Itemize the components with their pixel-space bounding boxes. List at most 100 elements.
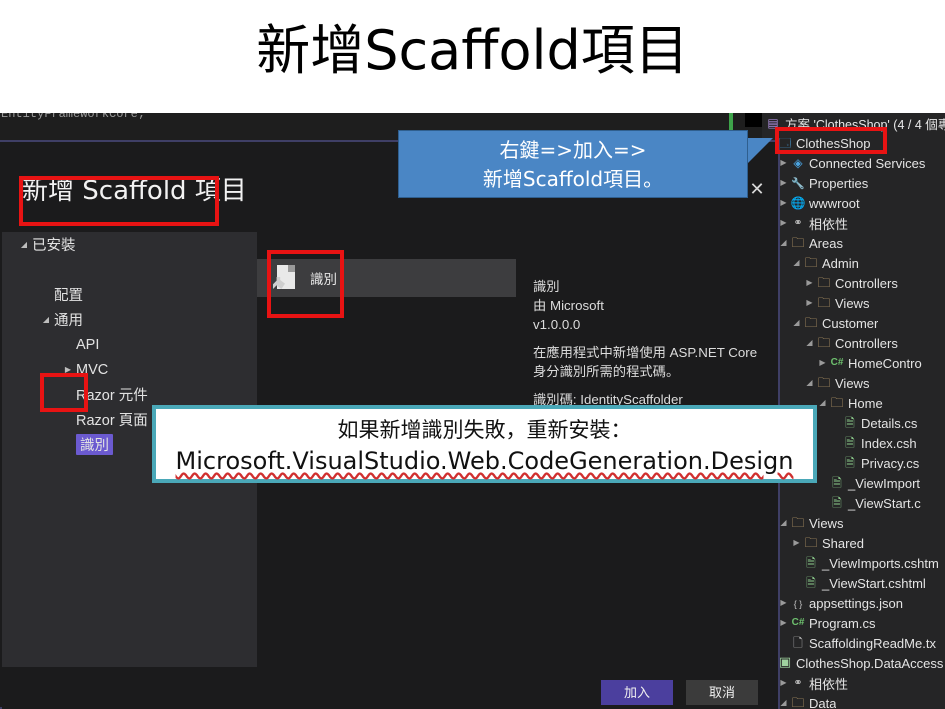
cs-icon [829, 353, 845, 373]
razor-icon [803, 553, 819, 573]
tree-node-label: ClothesShop.DataAccess [796, 655, 944, 671]
tree-node[interactable]: Connected Services [762, 153, 945, 173]
cancel-button[interactable]: 取消 [686, 680, 758, 705]
chevron-right-icon[interactable] [803, 293, 816, 313]
chevron-right-icon[interactable] [803, 273, 816, 293]
tree-node-label: Home [848, 395, 883, 411]
chevron-down-icon[interactable] [816, 393, 829, 413]
note-line-1: 如果新增識別失敗，重新安裝： [337, 418, 632, 442]
razor-icon [829, 473, 845, 493]
note-install-package: 如果新增識別失敗，重新安裝： Microsoft.VisualStudio.We… [152, 405, 817, 483]
tree-node-label: Views [809, 515, 844, 531]
tree-node[interactable]: Admin [762, 253, 945, 273]
razor-icon [803, 573, 819, 593]
chevron-right-icon[interactable] [790, 533, 803, 553]
tree-node[interactable]: Properties [762, 173, 945, 193]
chevron-down-icon[interactable] [790, 313, 803, 333]
chevron-down-icon[interactable] [16, 240, 32, 249]
globe-icon [790, 193, 806, 213]
chevron-right-icon[interactable] [816, 353, 829, 373]
add-button[interactable]: 加入 [601, 680, 673, 705]
tree-node[interactable]: Areas [762, 233, 945, 253]
folder-icon [816, 293, 832, 313]
category-node[interactable]: 配置 [2, 282, 257, 307]
chevron-down-icon[interactable] [790, 253, 803, 273]
tree-node[interactable]: Controllers [762, 273, 945, 293]
tree-node[interactable]: ClothesShop.DataAccess [762, 653, 945, 673]
category-node[interactable] [2, 257, 257, 282]
tree-node-label: HomeContro [848, 355, 922, 371]
tree-node-label: _ViewImports.cshtm [822, 555, 939, 571]
tree-node-label: 相依性 [809, 216, 849, 232]
folder-icon [829, 393, 845, 413]
tree-node-label: Details.cs [861, 415, 918, 431]
category-node[interactable]: API [2, 332, 257, 357]
tree-node[interactable]: Views [762, 373, 945, 393]
conn-icon [790, 153, 806, 173]
tree-node-label: wwwroot [809, 195, 860, 211]
highlight-box-identity-item [267, 250, 344, 318]
tree-node-label: Index.csh [861, 435, 917, 451]
tree-node-label: Views [835, 295, 870, 311]
callout-instruction: 右鍵=>加入=> 新增Scaffold項目。 [398, 130, 748, 198]
razor-icon [842, 413, 858, 433]
code-fragment: EntityFrameworkCore; [1, 113, 146, 121]
razor-icon [842, 433, 858, 453]
page-title: 新增Scaffold項目 [256, 19, 689, 82]
tree-node[interactable]: Views [762, 513, 945, 533]
category-node[interactable]: 已安裝 [2, 232, 257, 257]
tree-node[interactable]: 相依性 [762, 213, 945, 233]
tree-node[interactable]: Data [762, 693, 945, 709]
deps-icon [790, 213, 806, 233]
folder-icon [803, 313, 819, 333]
folder-icon [790, 233, 806, 253]
chevron-down-icon[interactable] [803, 373, 816, 393]
category-node-label: 配置 [54, 288, 83, 304]
callout-line-1: 右鍵=>加入=> [499, 138, 647, 162]
tree-node[interactable]: _ViewImports.cshtm [762, 553, 945, 573]
tree-node[interactable]: HomeContro [762, 353, 945, 373]
tree-node[interactable]: Controllers [762, 333, 945, 353]
dialog-footer: 加入 取消 [2, 667, 778, 709]
tree-node-label: Data [809, 695, 837, 709]
tree-node-label: ScaffoldingReadMe.tx [809, 635, 936, 651]
tree-node-label: Program.cs [809, 615, 876, 631]
tree-node[interactable]: appsettings.json [762, 593, 945, 613]
tree-node-label: _ViewStart.c [848, 495, 921, 511]
category-node-label: 已安裝 [32, 238, 76, 254]
props-icon [790, 173, 806, 194]
tree-node-label: Views [835, 375, 870, 391]
tree-node[interactable]: wwwroot [762, 193, 945, 213]
tree-node[interactable]: Customer [762, 313, 945, 333]
tree-node-label: Privacy.cs [861, 455, 920, 471]
tree-node-label: Shared [822, 535, 864, 551]
detail-name: 識別 [533, 279, 560, 294]
category-node-label: Razor 頁面 [76, 413, 148, 429]
tree-node-label: Customer [822, 315, 879, 331]
tree-node[interactable]: Views [762, 293, 945, 313]
tree-node[interactable]: _ViewStart.cshtml [762, 573, 945, 593]
folder-icon [803, 253, 819, 273]
tree-node-label: _ViewImport [848, 475, 921, 491]
tree-node[interactable]: ScaffoldingReadMe.tx [762, 633, 945, 653]
folder-icon [803, 533, 819, 553]
chevron-down-icon[interactable] [803, 333, 816, 353]
tree-node-label: Controllers [835, 335, 898, 351]
folder-icon [816, 373, 832, 393]
tree-node-label: 相依性 [809, 676, 849, 692]
folder-icon [790, 513, 806, 533]
tree-node[interactable]: 相依性 [762, 673, 945, 693]
tree-node[interactable]: Program.cs [762, 613, 945, 633]
tree-node-label: Admin [822, 255, 859, 271]
tree-node-label: Connected Services [809, 155, 926, 171]
category-node[interactable]: 通用 [2, 307, 257, 332]
tree-node[interactable]: Shared [762, 533, 945, 553]
chevron-down-icon[interactable] [38, 315, 54, 324]
folder-icon [816, 333, 832, 353]
cs-icon [790, 613, 806, 633]
deps-icon [790, 673, 806, 693]
tree-node[interactable]: _ViewStart.c [762, 493, 945, 513]
slide-root: 新增Scaffold項目 EntityFrameworkCore; 方案 'Cl… [0, 0, 945, 709]
tree-node-label: appsettings.json [809, 595, 903, 611]
highlight-box-dialog-title [19, 176, 219, 226]
